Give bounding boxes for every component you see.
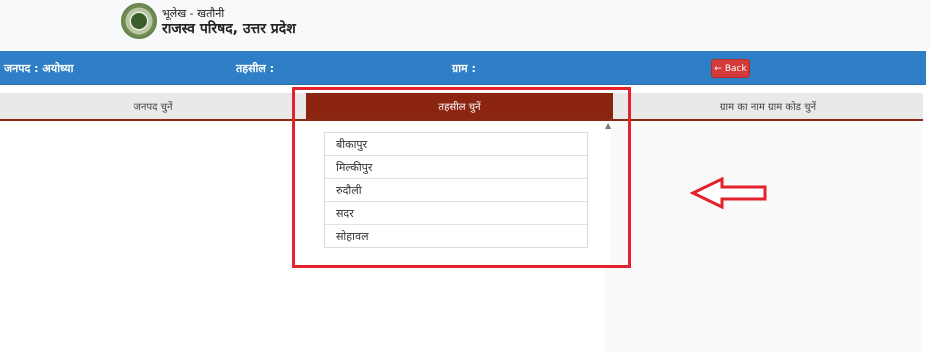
back-arrow-icon: ← [714,63,722,74]
tab-select-village[interactable]: ग्राम का नाम ग्राम कोड चुनें [613,93,923,119]
brand-title: राजस्व परिषद, उत्तर प्रदेश [162,21,296,37]
left-arrow-annotation-icon [690,176,767,210]
annotation-highlight-box [292,87,631,268]
site-header: भूलेख - खतौनी राजस्व परिषद, उत्तर प्रदेश [0,0,931,50]
back-button[interactable]: ← Back [711,59,750,78]
emblem-logo-icon [121,3,157,39]
back-button-label: Back [724,63,747,74]
district-label: जनपद : अयोध्या [4,62,74,75]
village-label: ग्राम : [452,62,476,75]
selection-info-bar: जनपद : अयोध्या तहसील : ग्राम : ← Back [0,51,926,85]
tehsil-label: तहसील : [236,62,275,75]
tab-select-district[interactable]: जनपद चुनें [0,93,306,119]
right-panel [604,121,923,352]
